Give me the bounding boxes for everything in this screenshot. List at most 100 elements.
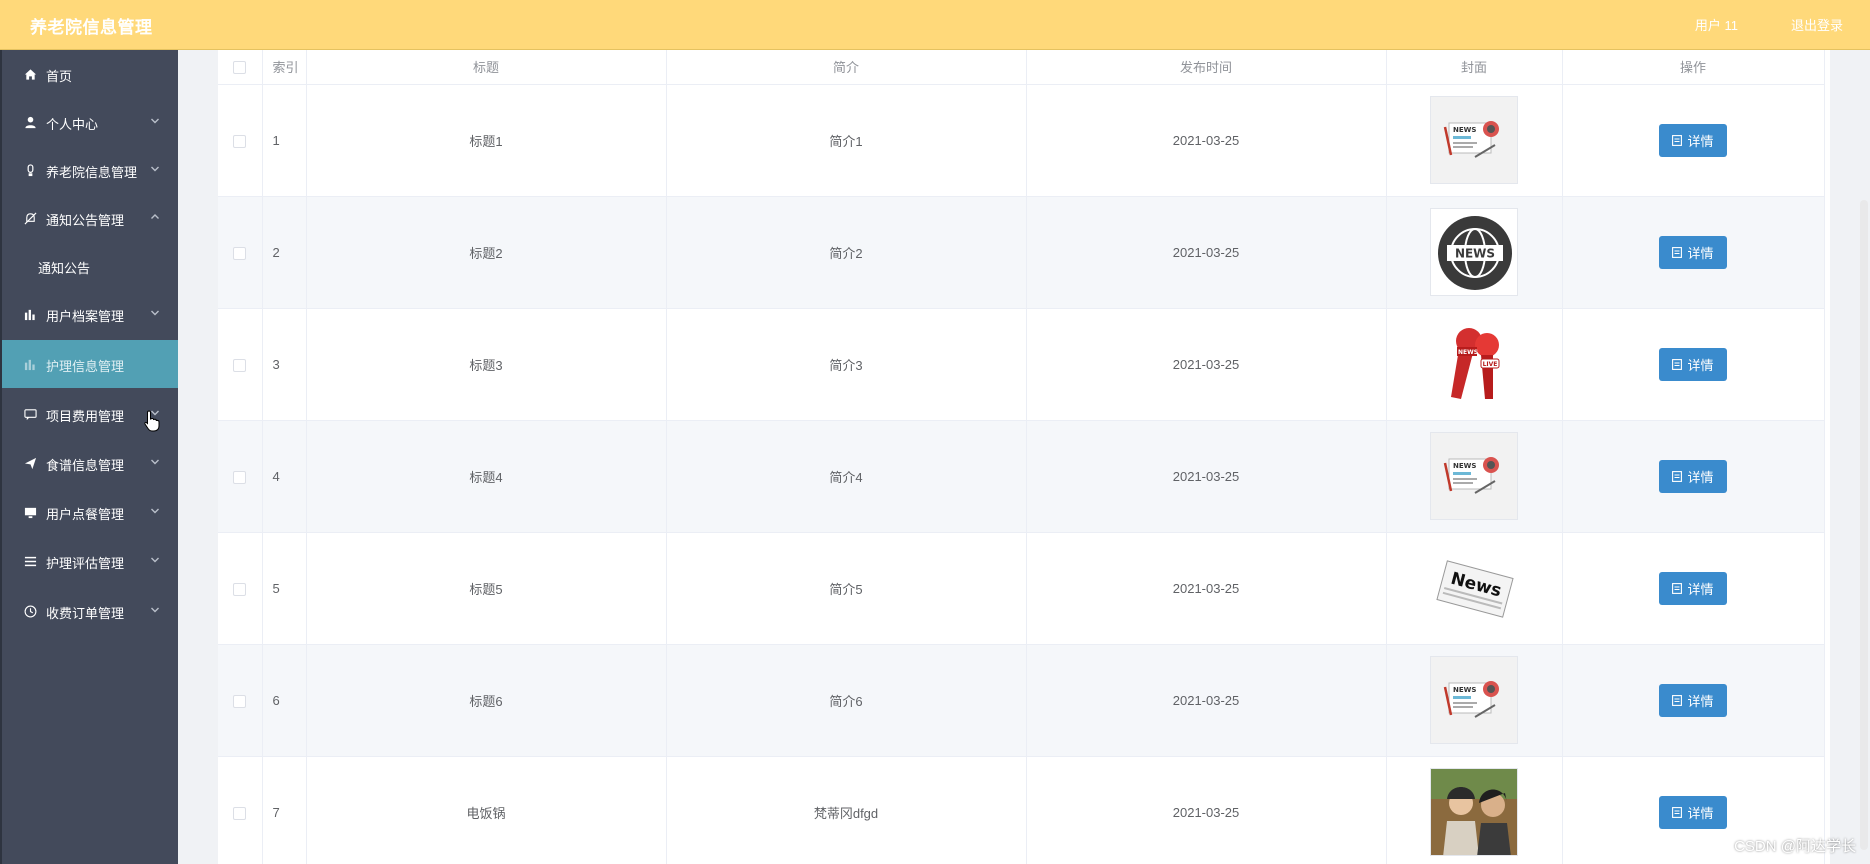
sidebar-item-nursing-assessment[interactable]: 护理评估管理 bbox=[2, 537, 178, 585]
chevron-down-icon bbox=[150, 162, 160, 172]
table-header-row: 索引 标题 简介 发布时间 封面 操作 bbox=[218, 50, 1825, 85]
sidebar-item-user-order[interactable]: 用户点餐管理 bbox=[2, 488, 178, 536]
column-header-cover[interactable]: 封面 bbox=[1386, 50, 1563, 85]
detail-label: 详情 bbox=[1687, 469, 1714, 485]
pointer-cursor-icon bbox=[144, 410, 160, 432]
table-row: 4 标题4 简介4 2021-03-25 NEWS 详情 bbox=[218, 420, 1825, 533]
detail-button[interactable]: 详情 bbox=[1659, 235, 1727, 269]
detail-label: 详情 bbox=[1687, 805, 1714, 821]
sidebar-item-nursing-home[interactable]: 养老院信息管理 bbox=[2, 146, 178, 194]
row-checkbox[interactable] bbox=[233, 694, 247, 708]
sidebar-item-label: 首页 bbox=[46, 69, 73, 84]
cover-cell: News bbox=[1386, 532, 1563, 645]
cover-image-newspaper[interactable]: NEWS bbox=[1430, 656, 1518, 744]
date-cell: 2021-03-25 bbox=[1026, 196, 1387, 309]
index-cell: 3 bbox=[262, 308, 307, 421]
cover-news-text: NEWS bbox=[1455, 247, 1495, 261]
date-cell: 2021-03-25 bbox=[1026, 532, 1387, 645]
intro-cell: 简介3 bbox=[666, 308, 1027, 421]
cover-news-text: NEWS bbox=[1453, 462, 1476, 470]
date-cell: 2021-03-25 bbox=[1026, 756, 1387, 864]
cover-image-newspaper[interactable]: NEWS bbox=[1430, 96, 1518, 184]
column-header-index[interactable]: 索引 bbox=[262, 50, 307, 85]
column-header-intro[interactable]: 简介 bbox=[666, 50, 1027, 85]
actions-cell: 详情 bbox=[1562, 644, 1825, 757]
actions-cell: 详情 bbox=[1562, 420, 1825, 533]
intro-cell: 简介4 bbox=[666, 420, 1027, 533]
chevron-up-icon bbox=[150, 210, 160, 220]
row-checkbox[interactable] bbox=[233, 470, 247, 484]
cover-cell bbox=[1386, 756, 1563, 864]
detail-label: 详情 bbox=[1687, 357, 1714, 373]
date-cell: 2021-03-25 bbox=[1026, 308, 1387, 421]
cover-image-live-mics[interactable]: NEWS LIVE bbox=[1430, 320, 1518, 408]
select-all-cell bbox=[218, 50, 263, 85]
logout-link[interactable]: 退出登录 bbox=[1791, 15, 1843, 34]
actions-cell: 详情 bbox=[1562, 532, 1825, 645]
detail-button[interactable]: 详情 bbox=[1659, 123, 1727, 157]
cover-news-text: NEWS bbox=[1453, 686, 1476, 694]
sidebar-item-personal-center[interactable]: 个人中心 bbox=[2, 98, 178, 146]
sidebar-item-nursing-info[interactable]: 护理信息管理 bbox=[2, 340, 178, 388]
select-all-checkbox[interactable] bbox=[233, 61, 247, 75]
document-icon bbox=[1672, 694, 1683, 706]
sidebar-item-recipe[interactable]: 食谱信息管理 bbox=[2, 439, 178, 487]
sidebar-item-home[interactable]: 首页 bbox=[2, 50, 178, 98]
bell-off-icon bbox=[23, 211, 37, 225]
sidebar-item-label: 护理评估管理 bbox=[46, 556, 125, 571]
row-select-cell bbox=[218, 644, 263, 757]
table-row: 6 标题6 简介6 2021-03-25 NEWS 详情 bbox=[218, 644, 1825, 757]
sidebar-item-label: 养老院信息管理 bbox=[46, 165, 138, 180]
clock-icon bbox=[23, 604, 37, 618]
detail-button[interactable]: 详情 bbox=[1659, 459, 1727, 493]
detail-button[interactable]: 详情 bbox=[1659, 347, 1727, 381]
sidebar-item-notice[interactable]: 通知公告 bbox=[2, 242, 178, 290]
cover-cell: NEWS LIVE bbox=[1386, 308, 1563, 421]
row-checkbox[interactable] bbox=[233, 582, 247, 596]
cover-cell: NEWS bbox=[1386, 84, 1563, 197]
chat-icon bbox=[23, 407, 37, 421]
detail-button[interactable]: 详情 bbox=[1659, 571, 1727, 605]
sidebar: 首页 个人中心 养老院信息管理 通知公告管理 通知公告 用户档案管理 护理信息管… bbox=[0, 50, 178, 864]
sidebar-item-label: 护理信息管理 bbox=[46, 359, 125, 374]
sidebar-item-label: 个人中心 bbox=[46, 117, 99, 132]
cover-image-photo[interactable] bbox=[1430, 768, 1518, 856]
vertical-scrollbar[interactable] bbox=[1860, 200, 1868, 850]
sidebar-item-label: 项目费用管理 bbox=[46, 409, 125, 424]
sidebar-item-label: 用户档案管理 bbox=[46, 309, 125, 324]
title-cell: 标题1 bbox=[306, 84, 667, 197]
sidebar-item-notice-management[interactable]: 通知公告管理 bbox=[2, 194, 178, 242]
detail-label: 详情 bbox=[1687, 693, 1714, 709]
index-cell: 5 bbox=[262, 532, 307, 645]
news-table: 索引 标题 简介 发布时间 封面 操作 1 标题1 简介1 2021-03-25 bbox=[218, 50, 1825, 864]
document-icon bbox=[1672, 134, 1683, 146]
table-row: 1 标题1 简介1 2021-03-25 NEWS 详情 bbox=[218, 84, 1825, 197]
column-header-title[interactable]: 标题 bbox=[306, 50, 667, 85]
column-header-actions: 操作 bbox=[1562, 50, 1825, 85]
detail-button[interactable]: 详情 bbox=[1659, 683, 1727, 717]
intro-cell: 简介6 bbox=[666, 644, 1027, 757]
sidebar-item-label: 通知公告 bbox=[38, 261, 91, 276]
sidebar-item-user-archive[interactable]: 用户档案管理 bbox=[2, 290, 178, 338]
sidebar-item-fee-order[interactable]: 收费订单管理 bbox=[2, 587, 178, 635]
date-cell: 2021-03-25 bbox=[1026, 644, 1387, 757]
column-header-date[interactable]: 发布时间 bbox=[1026, 50, 1387, 85]
row-checkbox[interactable] bbox=[233, 806, 247, 820]
cover-image-news-globe[interactable]: NEWS bbox=[1430, 208, 1518, 296]
home-icon bbox=[23, 67, 37, 81]
row-checkbox[interactable] bbox=[233, 358, 247, 372]
data-table-panel: 索引 标题 简介 发布时间 封面 操作 1 标题1 简介1 2021-03-25 bbox=[218, 50, 1830, 864]
row-checkbox[interactable] bbox=[233, 246, 247, 260]
sidebar-item-label: 食谱信息管理 bbox=[46, 458, 125, 473]
row-checkbox[interactable] bbox=[233, 134, 247, 148]
cover-cell: NEWS bbox=[1386, 644, 1563, 757]
current-user: 用户 11 bbox=[1694, 18, 1738, 33]
detail-label: 详情 bbox=[1687, 581, 1714, 597]
row-select-cell bbox=[218, 532, 263, 645]
cover-image-newspaper[interactable]: NEWS bbox=[1430, 432, 1518, 520]
app-title: 养老院信息管理 bbox=[30, 18, 153, 37]
detail-button[interactable]: 详情 bbox=[1659, 795, 1727, 829]
row-select-cell bbox=[218, 84, 263, 197]
cover-image-news-paper-bw[interactable]: News bbox=[1430, 544, 1518, 632]
detail-label: 详情 bbox=[1687, 245, 1714, 261]
